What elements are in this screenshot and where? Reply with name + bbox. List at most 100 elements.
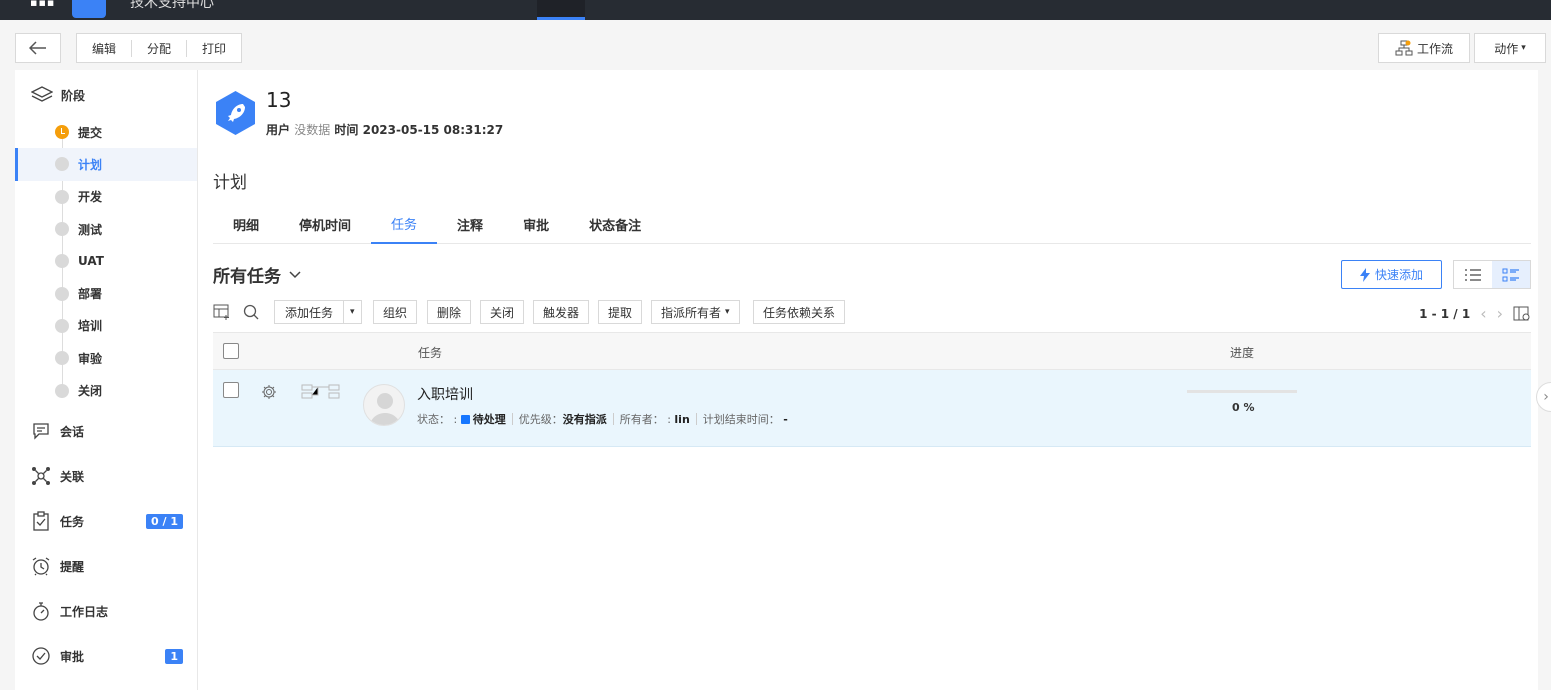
tab-tasks[interactable]: 任务 (371, 204, 438, 244)
extract-button[interactable]: 提取 (598, 300, 643, 324)
apps-grid-icon[interactable]: ▪▪▪ (30, 0, 55, 8)
stage-item-plan[interactable]: 计划 (15, 148, 197, 181)
list-icon (1465, 268, 1481, 281)
tab-downtime[interactable]: 停机时间 (279, 204, 371, 244)
sidebar-item-conversation[interactable]: 会话 (31, 421, 183, 441)
stage-list: 提交 计划 开发 测试 UAT 部署 培训 审验 关闭 (15, 116, 197, 407)
stage-label: 提交 (78, 125, 103, 140)
column-settings-icon[interactable] (1513, 306, 1531, 322)
task-view-selector[interactable]: 所有任务 (213, 262, 301, 287)
stage-item-close[interactable]: 关闭 (15, 374, 197, 406)
trigger-button[interactable]: 触发器 (533, 300, 590, 324)
lightning-icon (1359, 267, 1370, 282)
tab-notes[interactable]: 注释 (437, 204, 503, 244)
due-value: - (783, 412, 788, 426)
stage-label: 计划 (78, 157, 103, 172)
sidebar-item-relations[interactable]: 关联 (31, 466, 183, 486)
stage-heading: 阶段 (31, 86, 85, 104)
app-logo-icon (72, 0, 106, 18)
app-title: 技术支持中心 (130, 0, 214, 11)
chevron-down-icon[interactable]: ▾ (344, 307, 361, 317)
stage-item-test[interactable]: 测试 (15, 213, 197, 245)
main-panel: 13 用户 没数据 时间 2023-05-15 08:31:27 计划 明细 停… (198, 70, 1538, 690)
task-actions-bar: 添加任务 ▾ 组织 删除 关闭 触发器 提取 指派所有者 ▾ 任务依赖关系 1 … (213, 300, 1531, 326)
chevron-left-icon[interactable]: ‹ (1480, 304, 1486, 323)
approvals-count-badge: 1 (165, 648, 183, 664)
search-icon[interactable] (243, 304, 259, 320)
stage-item-deploy[interactable]: 部署 (15, 277, 197, 309)
tab-details[interactable]: 明细 (213, 204, 279, 244)
stage-item-review[interactable]: 审验 (15, 342, 197, 374)
action-dropdown[interactable]: 动作 ▾ (1474, 33, 1546, 63)
table-row[interactable]: 入职培训 状态： : 待处理 优先级： 没有指派 所有者： : lin 计划结束时… (213, 370, 1531, 447)
detail-view-button[interactable] (1492, 261, 1530, 288)
chevron-right-icon: › (1543, 389, 1549, 405)
task-table-header: 任务 进度 (213, 332, 1531, 370)
row-checkbox[interactable] (223, 382, 239, 398)
task-name[interactable]: 入职培训 (417, 384, 473, 404)
sidebar-item-label: 工作日志 (60, 604, 109, 619)
assign-owner-dropdown[interactable]: 指派所有者 ▾ (651, 300, 740, 324)
quick-add-label: 快速添加 (1374, 268, 1423, 282)
print-button[interactable]: 打印 (187, 40, 241, 57)
organize-button[interactable]: 组织 (373, 300, 418, 324)
quick-add-button[interactable]: 快速添加 (1341, 260, 1442, 289)
stage-item-submit[interactable]: 提交 (15, 116, 197, 148)
check-circle-icon (31, 646, 51, 666)
stage-item-develop[interactable]: 开发 (15, 181, 197, 213)
back-button[interactable] (15, 33, 61, 63)
table-settings-icon[interactable] (213, 304, 231, 320)
chevron-down-icon: ▾ (1521, 43, 1526, 53)
list-view-button[interactable] (1454, 261, 1492, 288)
left-sidebar: 阶段 提交 计划 开发 测试 UAT 部署 培训 审验 关闭 会话 关联 任务 … (15, 70, 198, 690)
top-tab-active[interactable] (537, 0, 585, 20)
tab-status-notes[interactable]: 状态备注 (569, 204, 661, 244)
detail-tabs: 明细 停机时间 任务 注释 审批 状态备注 (213, 204, 1531, 244)
stopwatch-icon (31, 601, 51, 621)
close-button[interactable]: 关闭 (480, 300, 525, 324)
time-label: 时间 (334, 123, 359, 137)
sidebar-item-worklog[interactable]: 工作日志 (31, 601, 183, 621)
edit-button[interactable]: 编辑 (77, 39, 133, 57)
sidebar-item-label: 提醒 (60, 559, 85, 574)
chevron-down-icon: ▾ (725, 307, 730, 317)
view-toggle (1453, 260, 1531, 289)
chat-icon (31, 421, 51, 441)
stage-item-training[interactable]: 培训 (15, 310, 197, 342)
dependency-icon[interactable] (301, 383, 341, 399)
tab-approvals[interactable]: 审批 (503, 204, 569, 244)
stage-dot-icon (55, 157, 69, 172)
top-app-bar: ▪▪▪ 技术支持中心 (0, 0, 1551, 20)
sidebar-item-tasks[interactable]: 任务 0 / 1 (31, 511, 183, 531)
stage-label: UAT (78, 254, 104, 269)
stage-dot-icon (55, 383, 69, 398)
workflow-button[interactable]: 工作流 (1378, 33, 1470, 63)
priority-value: 没有指派 (562, 413, 607, 426)
stage-dot-icon (55, 351, 69, 366)
assign-button[interactable]: 分配 (132, 39, 188, 57)
stage-label: 关闭 (78, 384, 103, 399)
stage-heading-label: 阶段 (61, 88, 86, 103)
chevron-down-icon (289, 270, 301, 278)
time-value: 2023-05-15 08:31:27 (362, 123, 504, 137)
status-value: 待处理 (472, 413, 506, 426)
sidebar-item-label: 审批 (60, 649, 85, 664)
workflow-icon (1395, 40, 1413, 56)
chevron-right-icon[interactable]: › (1497, 304, 1503, 323)
gear-icon[interactable] (261, 384, 277, 400)
section-title: 计划 (213, 173, 247, 193)
delete-button[interactable]: 删除 (427, 300, 472, 324)
select-all-checkbox[interactable] (223, 343, 239, 359)
stage-dot-icon (55, 254, 69, 269)
progress-text: 0 % (1232, 401, 1255, 414)
stage-dot-icon (55, 318, 69, 333)
workflow-label: 工作流 (1416, 41, 1453, 56)
priority-label: 优先级： (518, 413, 563, 426)
user-label: 用户 (266, 123, 291, 137)
sidebar-item-reminders[interactable]: 提醒 (31, 556, 183, 576)
add-task-button[interactable]: 添加任务 (275, 301, 345, 323)
expand-panel-button[interactable]: › (1536, 382, 1551, 412)
sidebar-item-approvals[interactable]: 审批 1 (31, 646, 183, 666)
stage-item-uat[interactable]: UAT (15, 245, 197, 277)
dependency-button[interactable]: 任务依赖关系 (753, 300, 846, 324)
